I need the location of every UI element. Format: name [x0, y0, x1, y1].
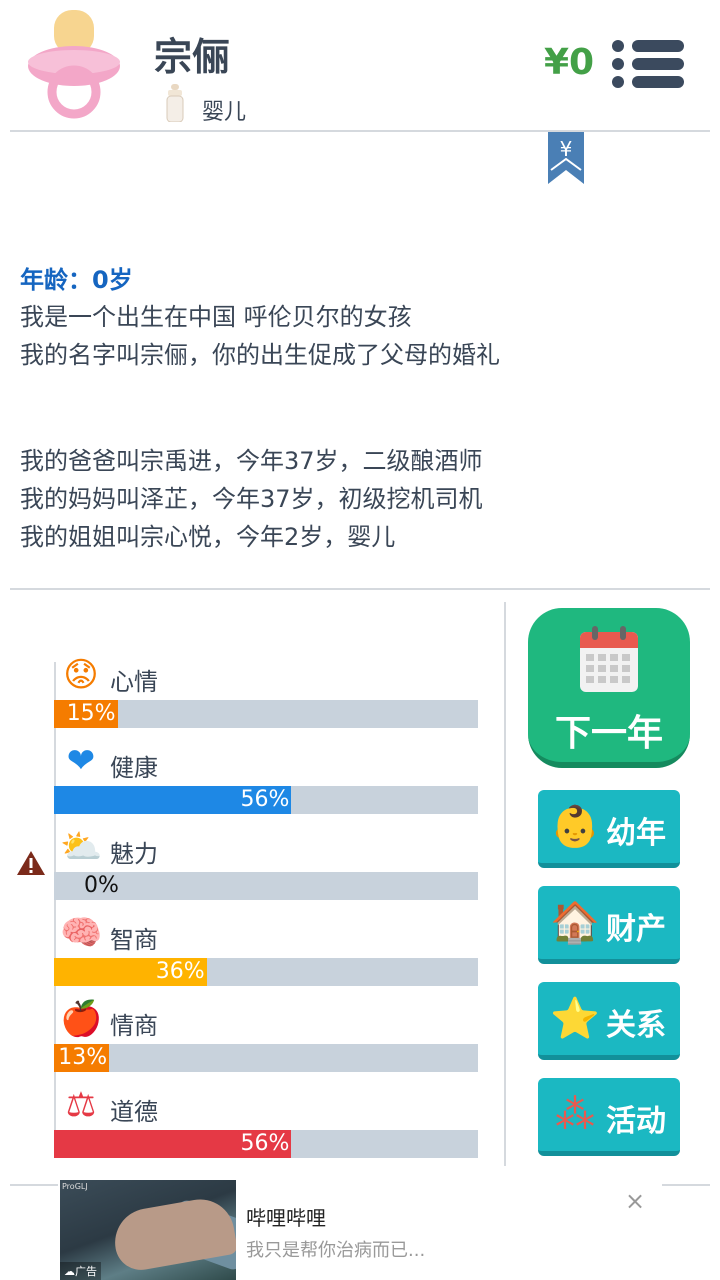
- warning-icon[interactable]: [16, 850, 46, 876]
- stat-row: 😟 心情 15%: [54, 624, 478, 728]
- stats-panel: 😟 心情 15% ❤ 健康 56% ⛅ 魅力 0% 🧠 智商 36% 🍎 情商 13% ⚖ 道德 56%: [0, 600, 500, 1160]
- stat-row: ⛅ 魅力 0%: [54, 796, 478, 900]
- apple-icon: 🍎: [60, 999, 103, 1039]
- ad-description[interactable]: 我只是帮你治病而已...: [246, 1236, 425, 1262]
- pacifier-icon: [28, 10, 120, 119]
- action-button-3[interactable]: ⭐ 关系: [538, 982, 680, 1060]
- stat-label: 道德: [110, 1098, 158, 1126]
- stat-row: 🍎 情商 13%: [54, 968, 478, 1072]
- stat-label: 健康: [110, 754, 158, 782]
- action-button-label: 活动: [606, 1104, 666, 1139]
- stat-bar: 56%: [54, 1130, 478, 1158]
- heart-icon: ❤: [66, 741, 96, 781]
- ad-title[interactable]: 哔哩哔哩: [246, 1202, 326, 1231]
- ad-thumbnail[interactable]: ProGLJ ☁广告: [60, 1180, 236, 1280]
- calendar-icon: [580, 626, 638, 692]
- ad-tag: ☁广告: [60, 1262, 101, 1280]
- stat-row: ❤ 健康 56%: [54, 710, 478, 814]
- house-icon: 🏠: [550, 900, 600, 946]
- stat-percent: 56%: [240, 1131, 290, 1156]
- header-divider: [10, 130, 710, 132]
- ad-close-icon[interactable]: ×: [624, 1189, 646, 1213]
- life-stage-label: 婴儿: [202, 100, 247, 125]
- action-button-label: 关系: [606, 1008, 666, 1043]
- action-button-label: 幼年: [606, 816, 666, 851]
- action-button-label: 财产: [606, 912, 666, 947]
- baby-face-icon: 👶: [550, 804, 600, 850]
- action-button-2[interactable]: 🏠 财产: [538, 886, 680, 964]
- stat-label: 魅力: [110, 840, 158, 868]
- stat-label: 心情: [110, 668, 158, 696]
- stat-row: 🧠 智商 36%: [54, 882, 478, 986]
- baby-bottle-icon: [166, 84, 184, 122]
- top-bar: 宗俪 婴儿 ¥0: [0, 0, 720, 132]
- stat-label: 情商: [110, 1012, 158, 1040]
- stat-label: 智商: [110, 926, 158, 954]
- stat-row: ⚖ 道德 56%: [54, 1054, 478, 1158]
- next-year-label: 下一年: [554, 713, 663, 754]
- story-divider: [10, 588, 710, 590]
- stat-bar-fill: 56%: [54, 1130, 292, 1158]
- story-line: 我的姐姐叫宗心悦，今年2岁，婴儿: [20, 523, 396, 551]
- panel-divider: [504, 602, 506, 1166]
- scales-icon: ⚖: [65, 1085, 97, 1125]
- star-icon: ⭐: [550, 996, 600, 1042]
- age-line: 年龄：0岁: [20, 266, 133, 294]
- action-button-4[interactable]: ⁂ 活动: [538, 1078, 680, 1156]
- brain-icon: 🧠: [60, 913, 103, 953]
- story-line: 我是一个出生在中国 呼伦贝尔的女孩: [20, 303, 412, 331]
- molecule-icon: ⁂: [555, 1092, 595, 1138]
- story-line: 我的妈妈叫泽芷，今年37岁，初级挖机司机: [20, 485, 483, 513]
- next-year-button[interactable]: 下一年: [528, 608, 690, 768]
- list-menu-icon[interactable]: [612, 38, 684, 90]
- player-name: 宗俪: [154, 35, 231, 79]
- ad-source: ProGLJ: [62, 1182, 88, 1191]
- bookmark-symbol: ¥: [560, 137, 573, 161]
- story-text: 年龄：0岁 我是一个出生在中国 呼伦贝尔的女孩 我的名字叫宗俪，你的出生促成了父…: [20, 262, 700, 556]
- worried-face-icon: 😟: [63, 655, 99, 695]
- story-line: 我的爸爸叫宗禹进，今年37岁，二级酿酒师: [20, 447, 483, 475]
- story-line: 我的名字叫宗俪，你的出生促成了父母的婚礼: [20, 341, 500, 369]
- money-bookmark-icon[interactable]: ¥: [548, 132, 584, 184]
- sun-cloud-icon: ⛅: [60, 827, 103, 867]
- action-button-1[interactable]: 👶 幼年: [538, 790, 680, 868]
- money-display: ¥0: [544, 42, 595, 83]
